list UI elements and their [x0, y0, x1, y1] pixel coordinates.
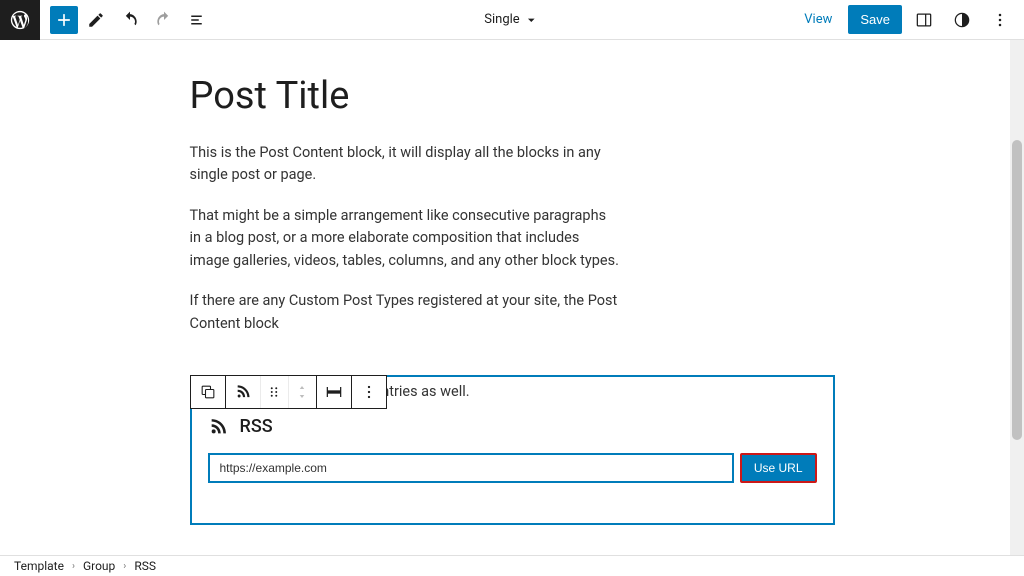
drag-handle[interactable]: [260, 376, 288, 408]
more-vertical-icon: [990, 10, 1010, 30]
post-paragraph[interactable]: That might be a simple arrangement like …: [190, 205, 620, 272]
template-label: Single: [484, 12, 519, 27]
post-paragraph[interactable]: This is the Post Content block, it will …: [190, 142, 620, 187]
rss-form: Use URL: [208, 453, 817, 483]
topbar-left-tools: [40, 4, 214, 36]
chevron-right-icon: ›: [123, 561, 126, 572]
post-paragraph[interactable]: If there are any Custom Post Types regis…: [190, 290, 620, 335]
sidebar-toggle-button[interactable]: [908, 4, 940, 36]
rss-icon: [233, 382, 253, 402]
sidebar-icon: [914, 10, 934, 30]
rss-block-wrapper: entries as well. RSS Use URL: [190, 375, 835, 525]
more-vertical-icon: [359, 382, 379, 402]
block-type-button[interactable]: [226, 376, 260, 408]
drag-icon: [265, 383, 283, 401]
view-button[interactable]: View: [794, 6, 842, 33]
breadcrumb-item[interactable]: Group: [83, 559, 115, 573]
editor-canvas: Post Title This is the Post Content bloc…: [0, 40, 1024, 555]
wordpress-icon: [9, 9, 31, 31]
scrollbar-thumb[interactable]: [1012, 140, 1022, 440]
rss-block-title: RSS: [240, 416, 273, 437]
select-parent-button[interactable]: [191, 376, 225, 408]
pencil-icon: [87, 11, 105, 29]
align-button[interactable]: [317, 376, 351, 408]
undo-icon: [120, 10, 140, 30]
chevron-right-icon: ›: [72, 561, 75, 572]
block-toolbar: [190, 375, 387, 409]
use-url-button[interactable]: Use URL: [740, 453, 817, 483]
list-view-icon: [189, 11, 207, 29]
save-button[interactable]: Save: [848, 5, 902, 34]
contrast-icon: [952, 10, 972, 30]
parent-icon: [198, 382, 218, 402]
rss-block-header: RSS: [208, 415, 817, 437]
add-block-button[interactable]: [50, 6, 78, 34]
align-icon: [324, 382, 344, 402]
template-selector[interactable]: Single: [484, 12, 539, 28]
editor-content: Post Title This is the Post Content bloc…: [190, 40, 835, 555]
styles-button[interactable]: [946, 4, 978, 36]
block-options-button[interactable]: [352, 376, 386, 408]
scrollbar[interactable]: [1010, 40, 1024, 555]
post-title[interactable]: Post Title: [190, 74, 835, 118]
list-view-button[interactable]: [182, 4, 214, 36]
breadcrumb-item[interactable]: Template: [14, 559, 64, 573]
breadcrumb-item[interactable]: RSS: [134, 559, 156, 573]
redo-button[interactable]: [148, 4, 180, 36]
redo-icon: [154, 10, 174, 30]
options-button[interactable]: [984, 4, 1016, 36]
undo-button[interactable]: [114, 4, 146, 36]
move-buttons[interactable]: [288, 376, 316, 408]
rss-url-input[interactable]: [208, 453, 734, 483]
plus-icon: [54, 10, 74, 30]
wp-logo[interactable]: [0, 0, 40, 40]
rss-icon: [208, 415, 230, 437]
move-updown-icon: [293, 383, 311, 401]
edit-tool-button[interactable]: [80, 4, 112, 36]
chevron-down-icon: [524, 12, 540, 28]
editor-topbar: Single View Save: [0, 0, 1024, 40]
topbar-right-tools: View Save: [794, 4, 1024, 36]
block-breadcrumb: Template › Group › RSS: [0, 555, 1024, 576]
